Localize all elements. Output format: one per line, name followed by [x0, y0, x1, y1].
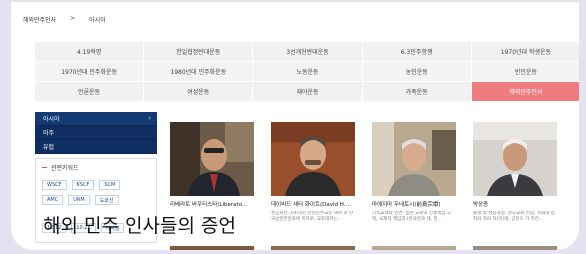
person-name[interactable]: 데이비드 새터 화이트(David H....	[271, 200, 355, 208]
nav-item-women[interactable]: 여성운동	[144, 82, 254, 102]
breadcrumb-current[interactable]: 아시아	[89, 15, 106, 24]
nav-item-farmer[interactable]: 농민운동	[362, 62, 472, 82]
tag-row: WSCF KSCF SCM	[42, 180, 152, 190]
tag-row: AMC URM 도쿄선	[42, 195, 152, 205]
person-description: 성공회관, 1972년 한일민주교유 재야 의 한국방문연일로에 목자로, 교토…	[271, 211, 354, 222]
sidebar-item-americas[interactable]: 미주	[35, 126, 157, 140]
nav-item-1980s-democracy[interactable]: 1980년대 민주화운동	[144, 62, 254, 82]
nav-item-1970s-student[interactable]: 1970년대 학생운동	[471, 42, 579, 62]
keyword-tag[interactable]: WSCF	[42, 180, 67, 190]
nav-item-japan-treaty[interactable]: 한일협정반대운동	[144, 42, 254, 62]
breadcrumb-separator: >	[70, 15, 76, 22]
keyword-tag[interactable]: KSCF	[71, 180, 95, 190]
breadcrumb: 해외민주인사 > 아시아	[23, 15, 106, 24]
person-name[interactable]: 리베라토 바우티스타(Liberato...	[170, 200, 254, 208]
person-description: 출생 및 성장과정, 성공교회 진입, 사회대 업자와 하야 하(미)에, 공분…	[473, 211, 555, 222]
nav-item-dissident[interactable]: 재야운동	[253, 82, 363, 102]
keyword-tag[interactable]: 도쿄선	[94, 195, 119, 205]
title-marker	[42, 167, 47, 168]
person-photo[interactable]	[170, 122, 254, 196]
nav-item-labor[interactable]: 노동운동	[253, 62, 363, 82]
person-card[interactable]: 마에지마 무네토시(前島宗甫) 기독교계의 인연, 일본 교회의 전쟁책임 고백…	[372, 122, 456, 223]
next-row-photo[interactable]	[372, 246, 456, 250]
nav-item-419[interactable]: 4.19혁명	[35, 42, 145, 62]
nav-item-third-term[interactable]: 3선개헌반대운동	[253, 42, 363, 62]
person-photo[interactable]	[271, 122, 355, 196]
person-photo[interactable]	[372, 122, 456, 196]
sidebar-item-europe[interactable]: 유럽	[35, 140, 157, 154]
next-row-photo[interactable]	[473, 246, 557, 250]
chevron-right-icon: ›	[148, 115, 151, 122]
person-description: 기독교계의 인연, 일본 교회의 전쟁책임 고백, 국제적 책임과 (한국현과 …	[372, 211, 451, 222]
nav-item-press[interactable]: 언론운동	[35, 82, 145, 102]
keyword-title-text: 관련키워드	[51, 165, 79, 172]
next-row-photo[interactable]	[271, 246, 355, 250]
nav-row: 4.19혁명 한일협정반대운동 3선개헌반대운동 6.3민주항쟁 1970년대 …	[35, 42, 579, 62]
sidebar-item-asia[interactable]: 아시아 ›	[35, 112, 157, 126]
keyword-title: 관련키워드	[42, 163, 152, 172]
nav-item-family[interactable]: 가족운동	[362, 82, 472, 102]
nav-item-poor[interactable]: 빈민운동	[471, 62, 579, 82]
person-name[interactable]: 박상증	[473, 200, 557, 208]
sidebar-item-label: 아시아	[43, 116, 60, 123]
nav-row: 1970년대 민주화운동 1980년대 민주화운동 노동운동 농민운동 빈민운동	[35, 62, 579, 82]
keyword-tag[interactable]: SCM	[99, 180, 121, 190]
nav-item-overseas[interactable]: 해외민주인사	[471, 82, 579, 102]
person-photo[interactable]	[473, 122, 557, 196]
keyword-tag[interactable]: URM	[68, 195, 90, 205]
next-row-photo[interactable]	[170, 246, 254, 250]
person-name[interactable]: 마에지마 무네토시(前島宗甫)	[372, 200, 456, 208]
nav-item-1970s-democracy[interactable]: 1970년대 민주화운동	[35, 62, 145, 82]
overlay-title: 해외 민주 인사들의 증언	[43, 215, 236, 237]
person-card[interactable]: 리베라토 바우티스타(Liberato...	[170, 122, 254, 223]
person-card[interactable]: 박상증 출생 및 성장과정, 성공교회 진입, 사회대 업자와 하야 하(미)에…	[473, 122, 557, 223]
sidebar-item-label: 유럽	[43, 144, 55, 151]
category-nav-grid: 4.19혁명 한일협정반대운동 3선개헌반대운동 6.3민주항쟁 1970년대 …	[35, 42, 579, 102]
keyword-tag[interactable]: AMC	[42, 195, 64, 205]
breadcrumb-root[interactable]: 해외민주인사	[23, 15, 56, 24]
sidebar-item-label: 미주	[43, 130, 55, 137]
person-card[interactable]: 데이비드 새터 화이트(David H.... 성공회관, 1972년 한일민주…	[271, 122, 355, 223]
nav-row: 언론운동 여성운동 재야운동 가족운동 해외민주인사	[35, 82, 579, 102]
nav-item-63[interactable]: 6.3민주항쟁	[362, 42, 472, 62]
